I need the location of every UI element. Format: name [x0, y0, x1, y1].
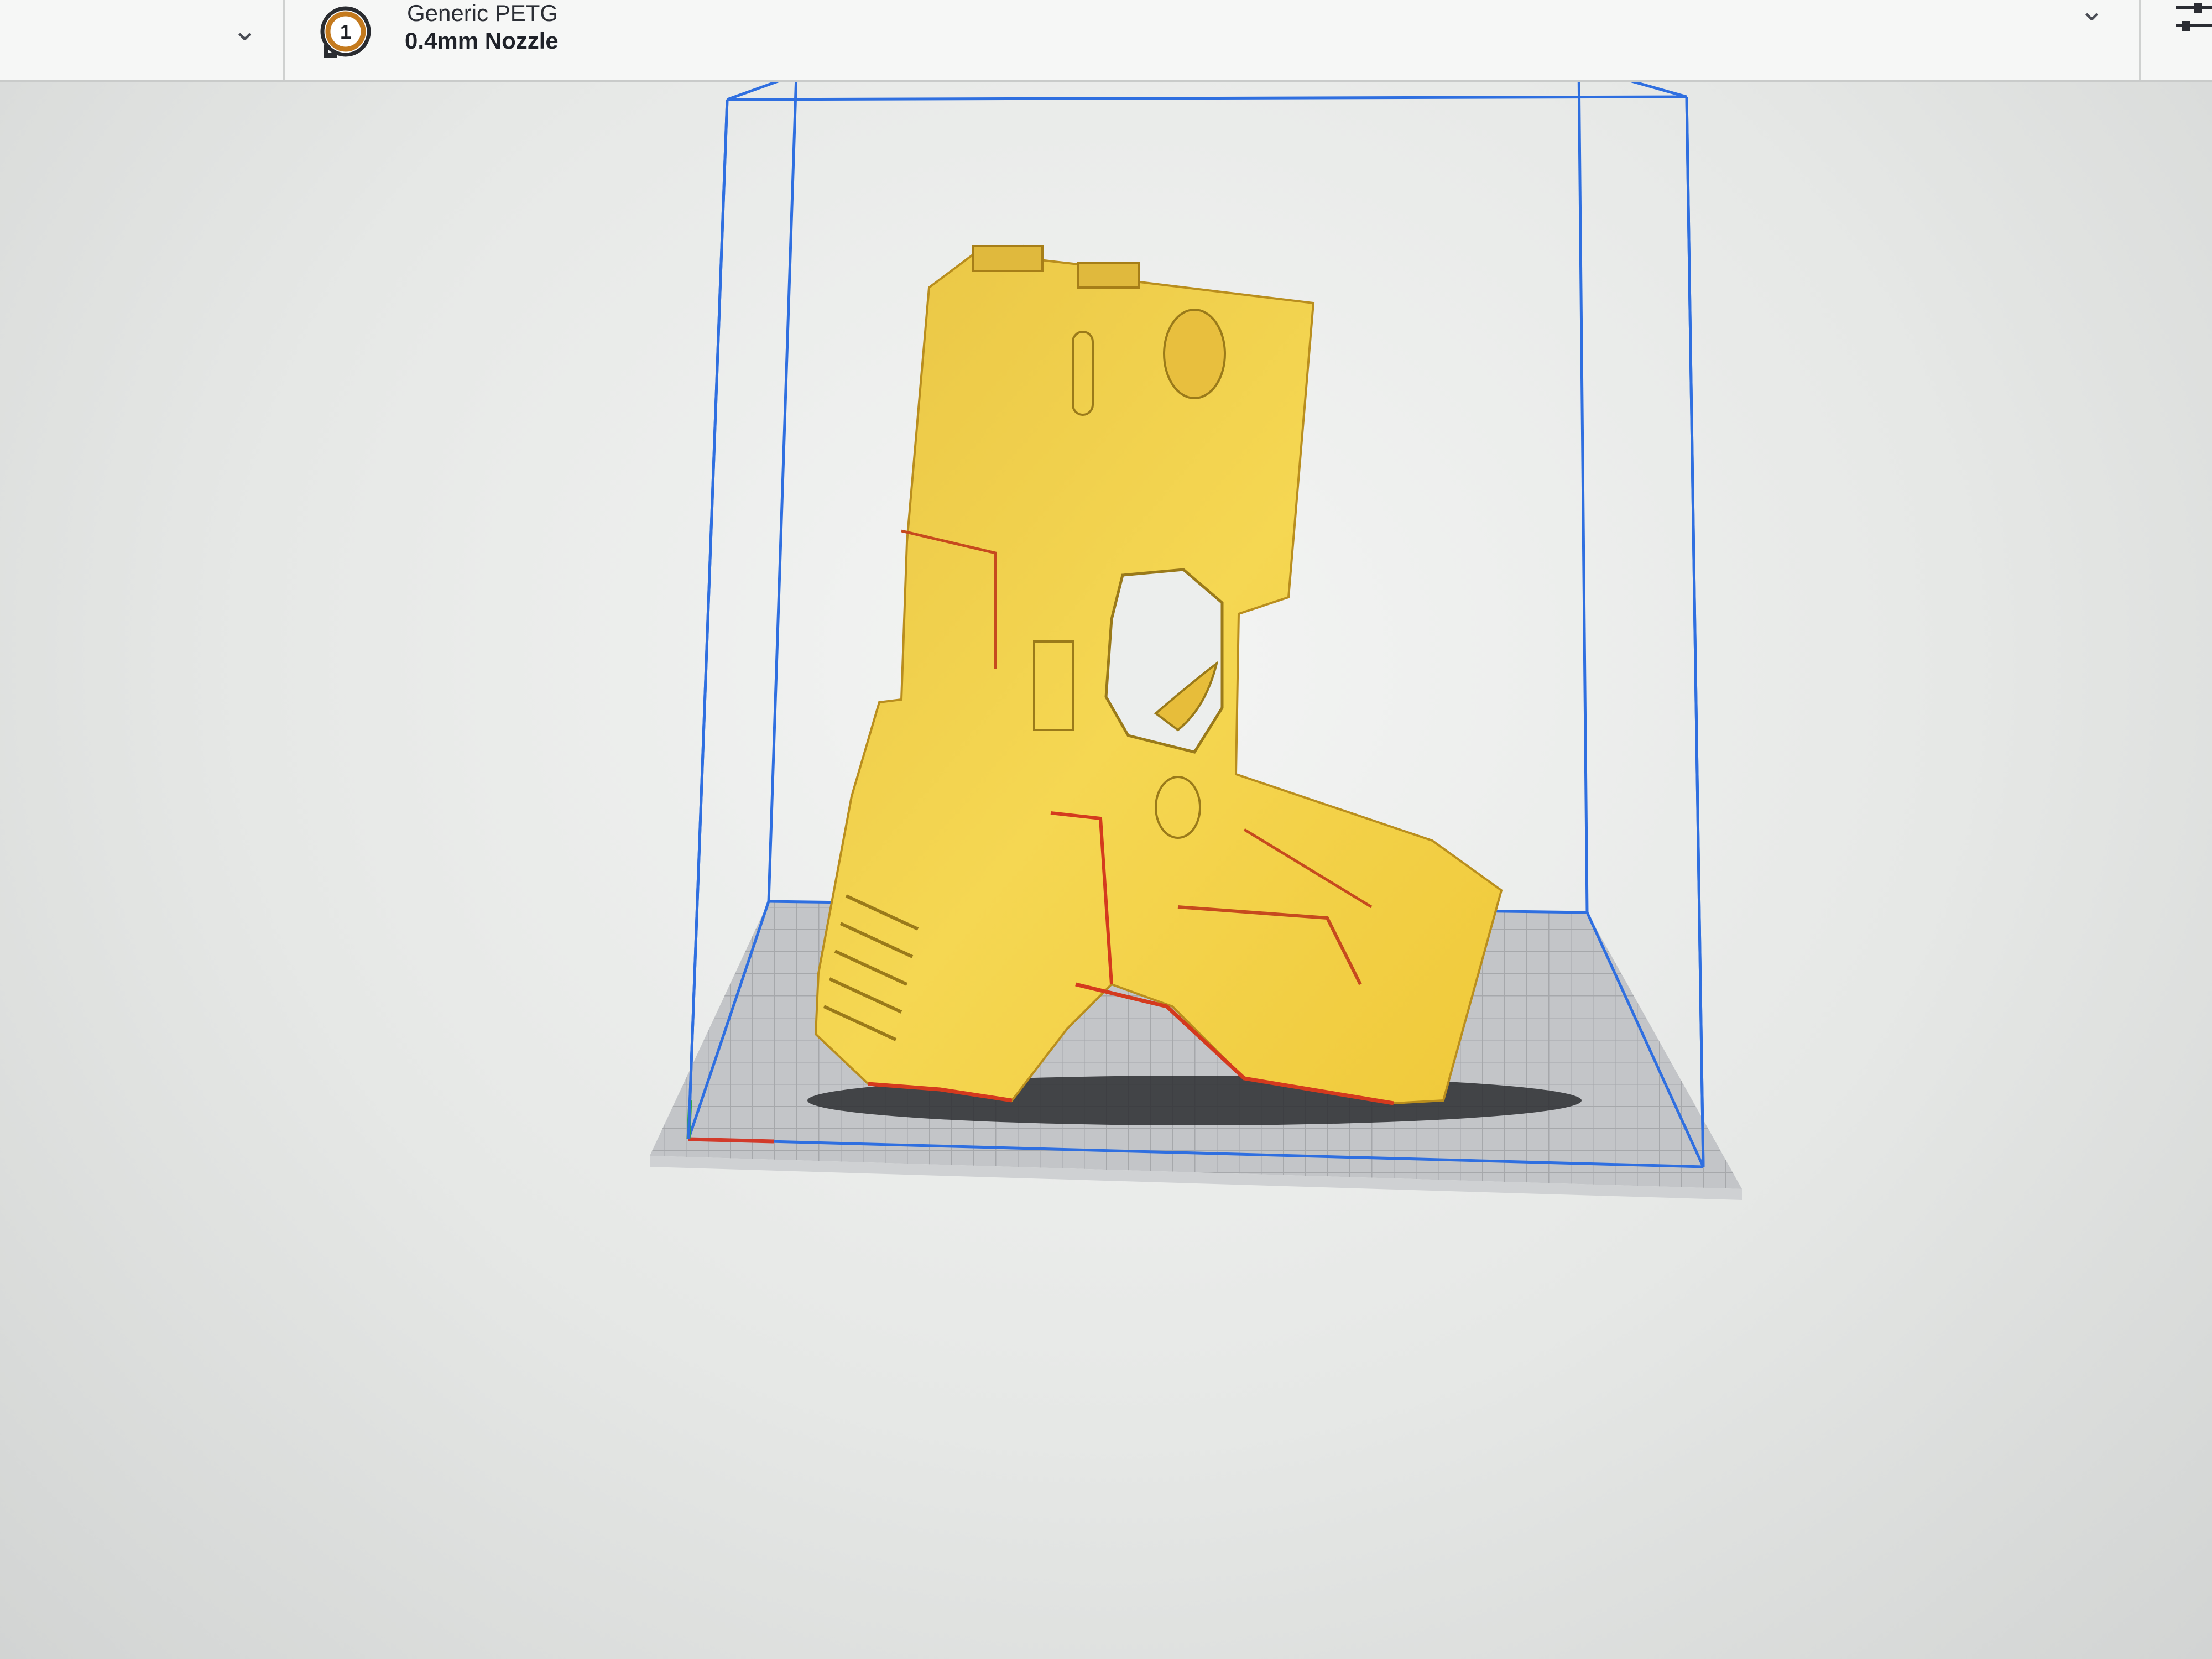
material-selector-chevron-down-icon[interactable]: ⌄ [2079, 0, 2104, 25]
sliders-icon[interactable] [2172, 3, 2212, 36]
3d-viewport[interactable] [0, 82, 2212, 1659]
extruder-badge-icon: 1 [320, 6, 371, 58]
material-name: Generic PETG [407, 0, 559, 26]
toolbar-divider [2139, 0, 2141, 80]
3d-model[interactable] [814, 244, 1503, 1105]
build-volume-scene [650, 82, 1742, 1200]
extruder-selector[interactable]: 1 [319, 4, 373, 59]
print-setup-toolbar: ⌄ 1 Generic PETG 0.4mm Nozzle ⌄ [0, 0, 2212, 82]
extruder-number: 1 [340, 20, 351, 43]
toolbar-divider [283, 0, 285, 80]
nozzle-size: 0.4mm Nozzle [405, 28, 559, 54]
printer-selector-chevron-down-icon[interactable]: ⌄ [232, 15, 257, 45]
